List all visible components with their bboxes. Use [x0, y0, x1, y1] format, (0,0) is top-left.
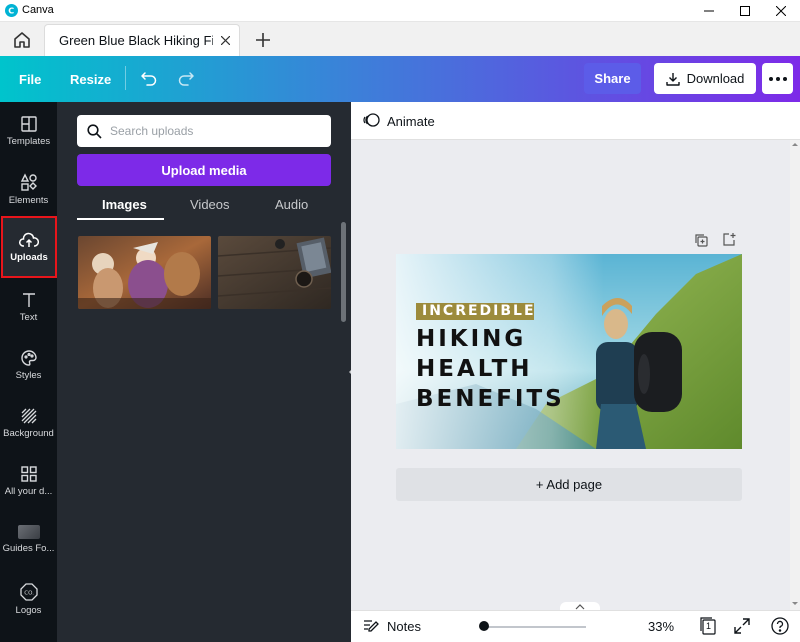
zoom-level[interactable]: 33%	[648, 619, 674, 634]
file-menu[interactable]: File	[19, 72, 41, 87]
animate-button[interactable]: Animate	[387, 114, 435, 129]
canva-logo-icon: C	[5, 4, 18, 17]
tab-audio[interactable]: Audio	[275, 197, 308, 212]
tab-videos[interactable]: Videos	[190, 197, 230, 212]
download-label: Download	[686, 71, 745, 86]
tab-images[interactable]: Images	[102, 197, 147, 212]
help-button[interactable]	[771, 617, 789, 635]
rail-item-uploads[interactable]: Uploads	[1, 216, 57, 278]
templates-icon	[20, 115, 37, 132]
close-tab-icon[interactable]	[221, 36, 230, 45]
resize-button[interactable]: Resize	[70, 72, 111, 87]
design-heading-line1: HIKING	[416, 326, 527, 352]
rail-label-uploads: Uploads	[10, 251, 48, 263]
zoom-slider-knob[interactable]	[479, 621, 489, 631]
notes-icon[interactable]	[363, 619, 379, 633]
svg-text:C: C	[8, 7, 14, 16]
rail-label-templates: Templates	[6, 135, 51, 147]
minimize-button[interactable]	[693, 0, 725, 22]
duplicate-page-icon[interactable]	[694, 233, 708, 247]
undo-button[interactable]	[140, 70, 158, 86]
search-box[interactable]	[77, 115, 331, 147]
design-heading-line2: HEALTH	[416, 356, 533, 382]
redo-icon	[178, 72, 194, 86]
page-count-button[interactable]: 1	[699, 617, 717, 635]
rail-item-background[interactable]: Background	[0, 394, 57, 452]
rail-item-elements[interactable]: Elements	[0, 160, 57, 218]
expand-icon	[734, 618, 750, 634]
rail-item-templates[interactable]: Templates	[0, 102, 57, 160]
rail-label-styles: Styles	[15, 369, 42, 381]
animate-icon[interactable]	[362, 112, 380, 128]
undo-icon	[141, 72, 157, 86]
zoom-slider-track[interactable]	[484, 626, 586, 628]
home-button[interactable]	[12, 30, 32, 50]
download-button[interactable]: Download	[654, 63, 756, 94]
svg-text:CO.: CO.	[24, 590, 34, 596]
rail-label-all-designs: All your d...	[4, 485, 53, 497]
new-tab-button[interactable]	[255, 32, 271, 48]
elements-icon	[20, 172, 37, 191]
document-tab[interactable]: Green Blue Black Hiking Fitness	[44, 24, 240, 56]
search-icon	[87, 123, 102, 139]
maximize-button[interactable]	[729, 0, 761, 22]
uploaded-image-thumbnail[interactable]	[78, 236, 211, 309]
rail-item-text[interactable]: Text	[0, 278, 57, 336]
design-heading-line3: BENEFITS	[416, 386, 565, 412]
text-icon	[22, 292, 35, 307]
rail-label-elements: Elements	[8, 194, 49, 206]
home-icon	[14, 32, 30, 48]
fullscreen-button[interactable]	[734, 618, 750, 634]
close-window-button[interactable]	[765, 0, 797, 22]
rail-label-background: Background	[3, 427, 54, 439]
rail-label-guides: Guides Fo...	[2, 542, 55, 554]
add-page-icon[interactable]	[722, 232, 736, 246]
logos-icon: CO.	[19, 582, 38, 601]
guides-thumbnail-icon	[17, 524, 40, 539]
help-icon	[771, 617, 789, 635]
grid-icon	[20, 465, 37, 482]
active-tab-indicator	[77, 218, 164, 220]
redo-button[interactable]	[177, 70, 195, 86]
page-count: 1	[706, 621, 712, 631]
notes-button[interactable]: Notes	[387, 619, 421, 634]
panel-scrollbar[interactable]	[341, 222, 346, 322]
rail-item-guides[interactable]: Guides Fo...	[0, 510, 57, 568]
download-icon	[665, 72, 680, 86]
rail-item-styles[interactable]: Styles	[0, 336, 57, 394]
more-options-button[interactable]	[762, 63, 793, 94]
rail-item-logos[interactable]: CO. Logos	[0, 570, 57, 628]
upload-media-button[interactable]: Upload media	[77, 154, 331, 186]
plus-icon	[256, 33, 270, 47]
rail-item-all-designs[interactable]: All your d...	[0, 452, 57, 510]
window-titlebar	[0, 0, 800, 22]
rail-label-text: Text	[19, 311, 38, 323]
share-button[interactable]: Share	[584, 63, 641, 94]
toolbar-divider	[125, 66, 126, 90]
design-page[interactable]: INCREDIBLE HIKING HEALTH BENEFITS	[396, 254, 742, 449]
canvas-scrollbar[interactable]	[790, 140, 800, 610]
search-input[interactable]	[110, 124, 310, 138]
add-page-button[interactable]: + Add page	[396, 468, 742, 501]
rail-label-logos: Logos	[15, 604, 42, 616]
more-dots-icon	[768, 76, 787, 81]
window-title: Canva	[22, 4, 54, 16]
palette-icon	[20, 349, 37, 366]
tab-title: Green Blue Black Hiking Fitness	[59, 33, 213, 48]
cloud-upload-icon	[19, 232, 39, 247]
uploaded-image-thumbnail[interactable]	[218, 236, 331, 309]
design-badge-text: INCREDIBLE	[422, 303, 536, 319]
background-pattern-icon	[21, 408, 36, 423]
